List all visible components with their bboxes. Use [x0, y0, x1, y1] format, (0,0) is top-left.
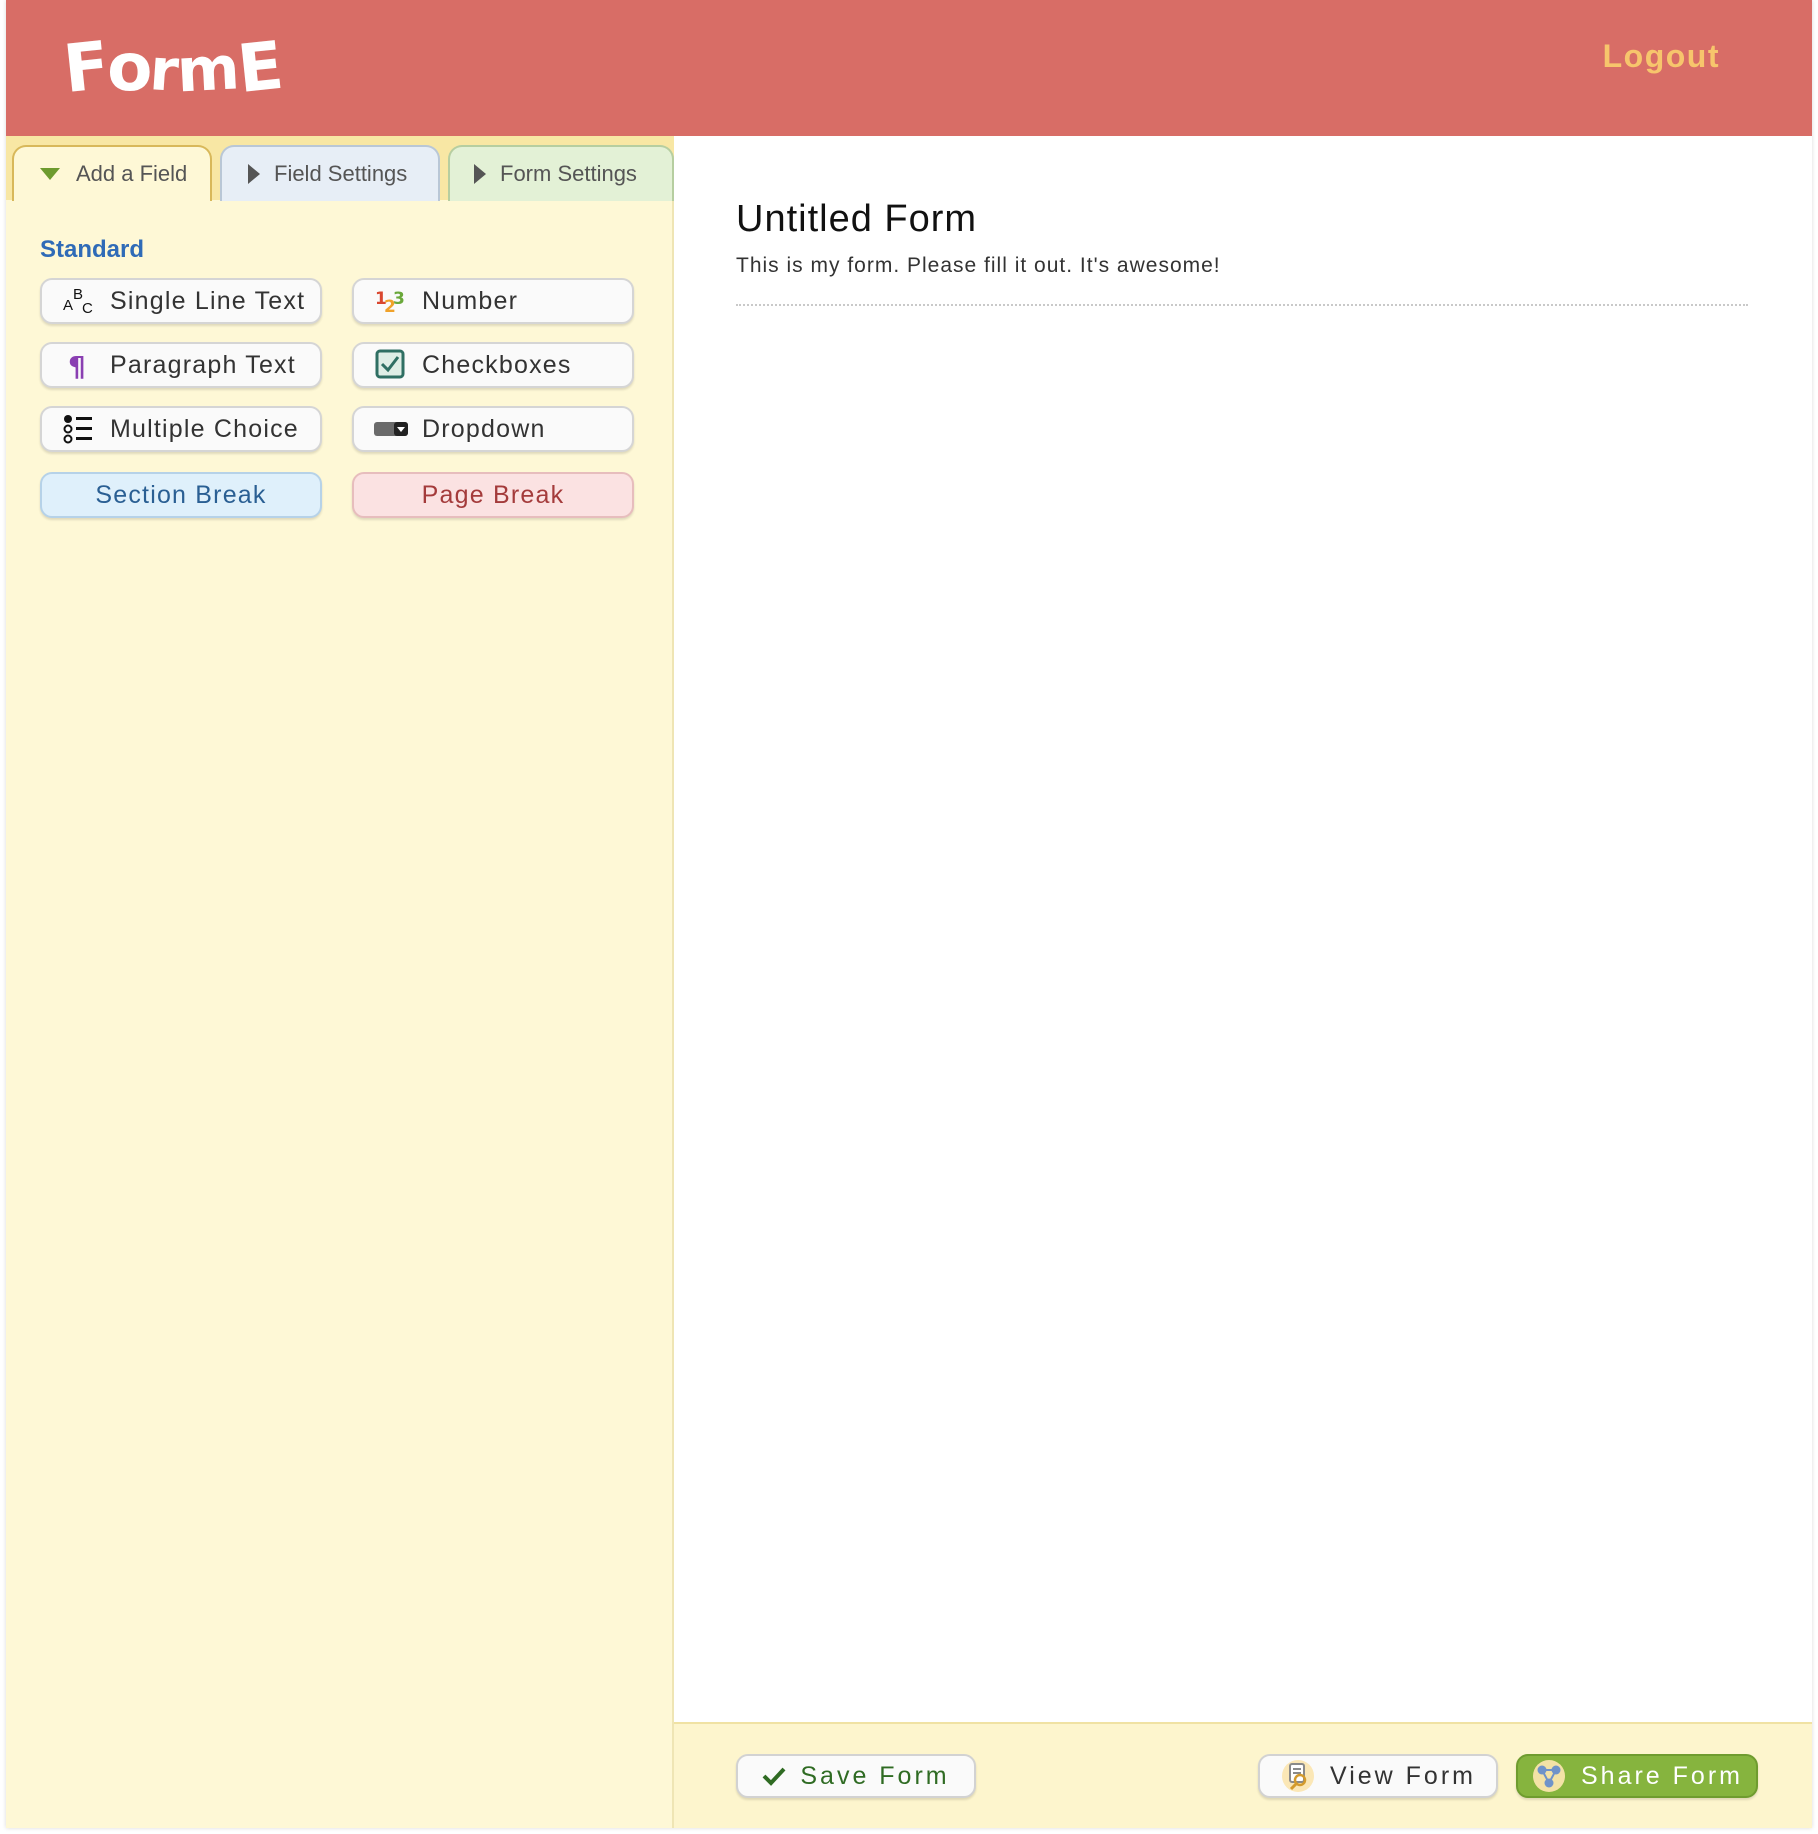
field-label: Paragraph Text	[110, 350, 296, 379]
triangle-right-icon	[474, 164, 486, 184]
section-heading-standard: Standard	[40, 236, 145, 263]
add-multiple-choice-button[interactable]: Multiple Choice	[40, 406, 322, 452]
field-label: Section Break	[95, 480, 267, 509]
field-label: Checkboxes	[422, 350, 572, 379]
triangle-right-icon	[248, 164, 260, 184]
field-label: Page Break	[421, 480, 565, 509]
tab-add-a-field[interactable]: Add a Field	[12, 145, 212, 201]
add-dropdown-button[interactable]: Dropdown	[352, 406, 634, 452]
view-form-button[interactable]: View Form	[1258, 1754, 1498, 1798]
add-page-break-button[interactable]: Page Break	[352, 472, 634, 518]
document-magnifier-icon	[1280, 1758, 1316, 1794]
checkbox-icon	[374, 348, 408, 382]
form-description[interactable]: This is my form. Please fill it out. It'…	[736, 254, 1221, 278]
svg-text:C: C	[82, 300, 94, 317]
header-bar: FormE Logout	[6, 0, 1812, 136]
field-label: Single Line Text	[110, 286, 306, 315]
view-form-label: View Form	[1329, 1761, 1476, 1790]
add-section-break-button[interactable]: Section Break	[40, 472, 322, 518]
add-paragraph-text-button[interactable]: ¶ Paragraph Text	[40, 342, 322, 388]
add-single-line-text-button[interactable]: A B C Single Line Text	[40, 278, 322, 324]
field-label: Multiple Choice	[110, 414, 299, 443]
action-footer: Save Form View Form Share Form	[674, 1722, 1812, 1828]
sidebar-tabs: Add a Field Field Settings Form Settings	[6, 136, 674, 201]
svg-text:¶: ¶	[68, 350, 87, 382]
logout-link[interactable]: Logout	[1603, 38, 1720, 75]
add-number-button[interactable]: 1 2 3 Number	[352, 278, 634, 324]
tab-field-settings[interactable]: Field Settings	[220, 145, 440, 201]
tab-form-settings[interactable]: Form Settings	[448, 145, 674, 201]
sidebar: Add a Field Field Settings Form Settings…	[6, 136, 674, 1828]
abc-icon: A B C	[62, 284, 96, 318]
app-window: FormE Logout Add a Field Field Settings …	[6, 0, 1812, 1828]
svg-text:3: 3	[393, 289, 406, 309]
numbers-icon: 1 2 3	[374, 284, 408, 318]
checkmark-icon	[762, 1766, 786, 1786]
add-checkboxes-button[interactable]: Checkboxes	[352, 342, 634, 388]
list-icon	[62, 412, 96, 446]
triangle-down-icon	[40, 168, 60, 180]
tab-label: Form Settings	[500, 161, 637, 186]
share-form-button[interactable]: Share Form	[1516, 1754, 1758, 1798]
tab-label: Field Settings	[274, 161, 408, 186]
pilcrow-icon: ¶	[62, 348, 96, 382]
field-label: Dropdown	[422, 414, 546, 443]
form-header-divider	[736, 304, 1748, 306]
tab-label: Add a Field	[76, 161, 188, 186]
field-label: Number	[422, 286, 519, 315]
forme-logo[interactable]: FormE	[60, 27, 284, 110]
form-canvas: Untitled Form This is my form. Please fi…	[674, 136, 1812, 1722]
save-form-label: Save Form	[800, 1761, 950, 1790]
share-form-label: Share Form	[1581, 1761, 1743, 1790]
form-title[interactable]: Untitled Form	[736, 198, 977, 241]
dropdown-icon	[374, 412, 408, 446]
save-form-button[interactable]: Save Form	[736, 1754, 976, 1798]
share-icon	[1531, 1758, 1567, 1794]
